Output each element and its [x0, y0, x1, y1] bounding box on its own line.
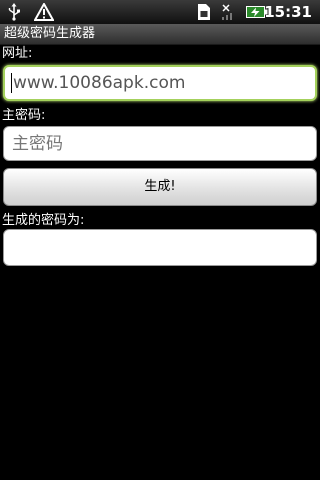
url-label: 网址: [2, 46, 33, 61]
text-cursor [11, 73, 12, 93]
app-title: 超级密码生成器 [4, 26, 96, 41]
status-bar: 15:31 [0, 0, 320, 24]
warning-icon [34, 2, 54, 22]
generate-button[interactable]: 生成! [3, 168, 317, 206]
no-signal-icon [220, 2, 234, 22]
master-password-label: 主密码: [2, 108, 46, 123]
result-label: 生成的密码为: [2, 213, 85, 228]
usb-icon [6, 2, 22, 22]
title-bar: 超级密码生成器 [0, 24, 320, 45]
clock-time: 15:31 [264, 3, 312, 21]
generated-password-field[interactable] [3, 229, 317, 266]
app-screen: 15:31 超级密码生成器 网址: www.10086apk.com 主密码: … [0, 0, 320, 480]
master-password-placeholder: 主密码 [12, 134, 63, 154]
master-password-input[interactable]: 主密码 [3, 126, 317, 161]
sim-card-icon [196, 2, 212, 22]
url-input[interactable]: www.10086apk.com [3, 65, 317, 101]
url-input-value: www.10086apk.com [13, 73, 186, 93]
